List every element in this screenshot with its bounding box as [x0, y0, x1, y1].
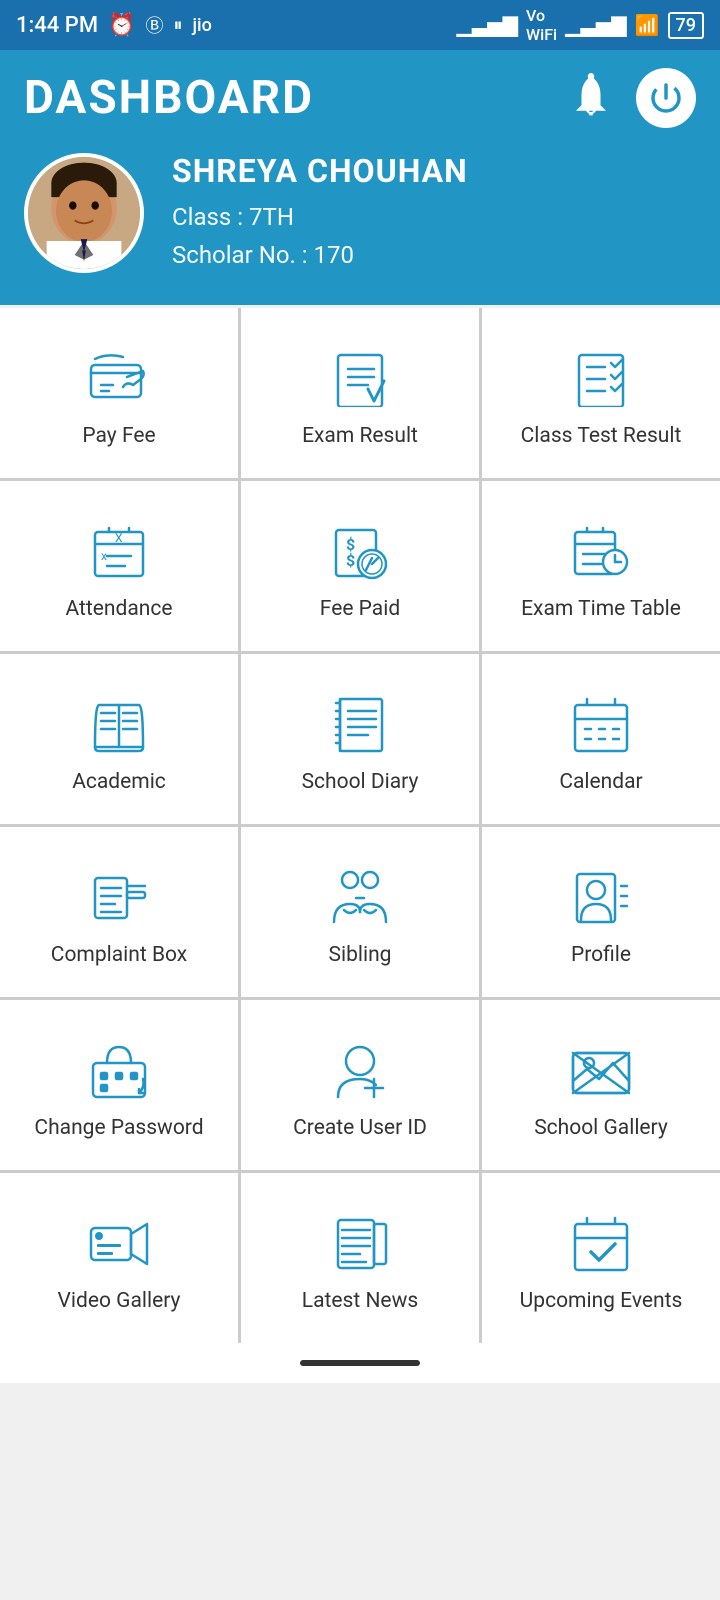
sibling-label: Sibling: [329, 943, 392, 967]
academic-icon: [83, 692, 155, 756]
school-gallery-label: School Gallery: [534, 1116, 668, 1140]
status-right: ▁▃▅▇ VoWiFi ▁▃▅▇ 📶 79: [457, 6, 705, 44]
grid-item-upcoming-events[interactable]: Upcoming Events: [482, 1173, 720, 1343]
fee-paid-label: Fee Paid: [320, 597, 400, 621]
vo-wifi-label: VoWiFi: [526, 6, 557, 44]
header-top: DASHBOARD: [24, 68, 696, 128]
grid-item-pay-fee[interactable]: Pay Fee: [0, 308, 238, 478]
alarm-icon: ⏰: [108, 13, 135, 38]
pay-fee-icon: [83, 346, 155, 410]
signal-bars2: ▁▃▅▇: [565, 13, 627, 37]
profile-label: Profile: [571, 943, 631, 967]
grid-item-exam-result[interactable]: Exam Result: [241, 308, 479, 478]
notification-bell-button[interactable]: [564, 71, 618, 125]
grid-item-change-password[interactable]: Change Password: [0, 1000, 238, 1170]
bottom-bar: [0, 1343, 720, 1383]
profile-info: SHREYA CHOUHAN Class : 7TH Scholar No. :…: [172, 152, 468, 275]
profile-name: SHREYA CHOUHAN: [172, 152, 468, 190]
grid-item-latest-news[interactable]: Latest News: [241, 1173, 479, 1343]
profile-section: SHREYA CHOUHAN Class : 7TH Scholar No. :…: [24, 152, 696, 275]
wifi-icon: 📶: [635, 13, 660, 37]
status-bar: 1:44 PM ⏰ Ⓑ ⏸ jio ▁▃▅▇ VoWiFi ▁▃▅▇ 📶 79: [0, 0, 720, 50]
signal-bars: ▁▃▅▇: [457, 13, 519, 37]
power-button[interactable]: [636, 68, 696, 128]
grid-item-calendar[interactable]: Calendar: [482, 654, 720, 824]
avatar: [24, 153, 144, 273]
home-indicator: [300, 1360, 420, 1366]
header-icons: [564, 68, 696, 128]
grid-item-school-diary[interactable]: School Diary: [241, 654, 479, 824]
class-test-result-label: Class Test Result: [521, 424, 682, 448]
calendar-label: Calendar: [559, 770, 642, 794]
dashboard-grid: Pay Fee Exam Result Class Test Result X …: [0, 308, 720, 1343]
change-password-icon: [83, 1038, 155, 1102]
exam-result-label: Exam Result: [302, 424, 418, 448]
svg-text:X: X: [115, 531, 123, 545]
upcoming-events-icon: [565, 1211, 637, 1275]
school-diary-icon: [324, 692, 396, 756]
profile-class: Class : 7TH: [172, 198, 468, 236]
jio-label: jio: [192, 15, 211, 36]
grid-item-school-gallery[interactable]: School Gallery: [482, 1000, 720, 1170]
battery-icon: 79: [668, 12, 704, 39]
signal-icon: ⏸: [173, 15, 182, 36]
grid-item-create-user-id[interactable]: Create User ID: [241, 1000, 479, 1170]
grid-item-sibling[interactable]: Sibling: [241, 827, 479, 997]
grid-item-profile[interactable]: Profile: [482, 827, 720, 997]
academic-label: Academic: [72, 770, 166, 794]
change-password-label: Change Password: [34, 1116, 203, 1140]
exam-time-table-label: Exam Time Table: [521, 597, 681, 621]
grid-item-exam-time-table[interactable]: Exam Time Table: [482, 481, 720, 651]
video-gallery-label: Video Gallery: [58, 1289, 181, 1313]
svg-text:x: x: [101, 549, 107, 563]
school-diary-label: School Diary: [302, 770, 419, 794]
class-test-result-icon: [565, 346, 637, 410]
fee-paid-icon: $ $: [324, 519, 396, 583]
b-icon: Ⓑ: [145, 12, 163, 38]
exam-time-table-icon: [565, 519, 637, 583]
pay-fee-label: Pay Fee: [82, 424, 155, 448]
attendance-icon: X x: [83, 519, 155, 583]
profile-scholar: Scholar No. : 170: [172, 236, 468, 274]
grid-item-attendance[interactable]: X x Attendance: [0, 481, 238, 651]
sibling-icon: [324, 865, 396, 929]
upcoming-events-label: Upcoming Events: [520, 1289, 683, 1313]
svg-text:$: $: [346, 551, 355, 570]
calendar-icon: [565, 692, 637, 756]
page-title: DASHBOARD: [24, 71, 314, 125]
create-user-id-icon: [324, 1038, 396, 1102]
create-user-id-label: Create User ID: [293, 1116, 427, 1140]
grid-item-fee-paid[interactable]: $ $ Fee Paid: [241, 481, 479, 651]
exam-result-icon: [324, 346, 396, 410]
school-gallery-icon: [565, 1038, 637, 1102]
avatar-image: [28, 157, 140, 269]
latest-news-label: Latest News: [302, 1289, 418, 1313]
status-left: 1:44 PM ⏰ Ⓑ ⏸ jio: [16, 12, 212, 38]
complaint-box-icon: [83, 865, 155, 929]
profile-icon: [565, 865, 637, 929]
status-time: 1:44 PM: [16, 13, 98, 38]
grid-item-video-gallery[interactable]: Video Gallery: [0, 1173, 238, 1343]
video-gallery-icon: [83, 1211, 155, 1275]
grid-item-complaint-box[interactable]: Complaint Box: [0, 827, 238, 997]
complaint-box-label: Complaint Box: [51, 943, 187, 967]
grid-item-academic[interactable]: Academic: [0, 654, 238, 824]
header: DASHBOARD: [0, 50, 720, 305]
grid-item-class-test-result[interactable]: Class Test Result: [482, 308, 720, 478]
latest-news-icon: [324, 1211, 396, 1275]
attendance-label: Attendance: [66, 597, 173, 621]
